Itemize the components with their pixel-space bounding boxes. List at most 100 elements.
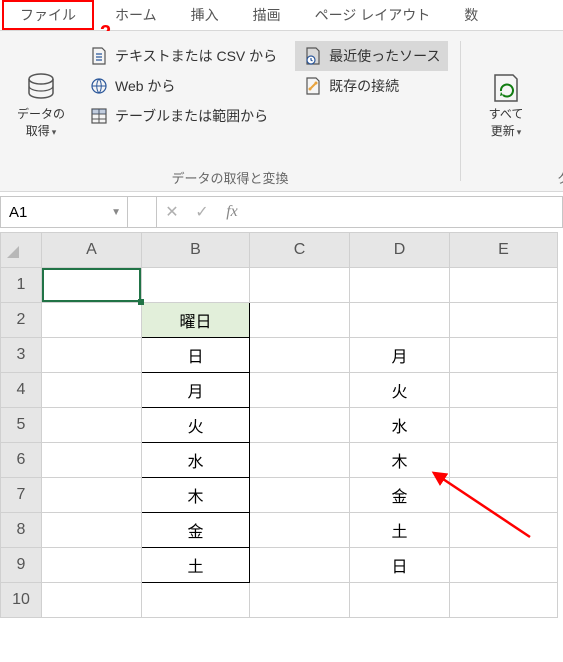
row-header-2[interactable]: 2 bbox=[1, 303, 42, 338]
cell-D8[interactable]: 土 bbox=[350, 513, 450, 548]
group-get-transform: データの 取得 テキストまたは CSV から bbox=[5, 35, 455, 167]
cell-D3[interactable]: 月 bbox=[350, 338, 450, 373]
col-header-E[interactable]: E bbox=[450, 233, 558, 268]
cell-A2[interactable] bbox=[42, 303, 142, 338]
globe-icon bbox=[89, 76, 109, 96]
row-header-6[interactable]: 6 bbox=[1, 443, 42, 478]
cell-A1[interactable] bbox=[42, 268, 142, 303]
cell-B7[interactable]: 木 bbox=[142, 478, 250, 513]
cell-E1[interactable] bbox=[450, 268, 558, 303]
enter-formula-button[interactable]: ✓ bbox=[187, 197, 217, 227]
cell-D9[interactable]: 日 bbox=[350, 548, 450, 583]
cell-B1[interactable] bbox=[142, 268, 250, 303]
cell-B5[interactable]: 火 bbox=[142, 408, 250, 443]
cell-D1[interactable] bbox=[350, 268, 450, 303]
ribbon-separator bbox=[460, 41, 461, 181]
database-icon bbox=[24, 71, 58, 105]
select-all-corner[interactable] bbox=[1, 233, 42, 268]
cancel-formula-button[interactable]: ✕ bbox=[157, 197, 187, 227]
tab-file[interactable]: ファイル bbox=[2, 0, 94, 30]
cell-E7[interactable] bbox=[450, 478, 558, 513]
cell-A5[interactable] bbox=[42, 408, 142, 443]
cell-E10[interactable] bbox=[450, 583, 558, 618]
get-data-button[interactable]: データの 取得 bbox=[5, 35, 77, 139]
cell-D5[interactable]: 水 bbox=[350, 408, 450, 443]
row-header-7[interactable]: 7 bbox=[1, 478, 42, 513]
cell-E3[interactable] bbox=[450, 338, 558, 373]
cell-C8[interactable] bbox=[250, 513, 350, 548]
cell-A10[interactable] bbox=[42, 583, 142, 618]
table-icon bbox=[89, 106, 109, 126]
col-header-C[interactable]: C bbox=[250, 233, 350, 268]
name-box-value: A1 bbox=[9, 204, 27, 221]
cell-C9[interactable] bbox=[250, 548, 350, 583]
cell-A7[interactable] bbox=[42, 478, 142, 513]
cell-E6[interactable] bbox=[450, 443, 558, 478]
cell-A3[interactable] bbox=[42, 338, 142, 373]
cell-D6[interactable]: 木 bbox=[350, 443, 450, 478]
formula-input[interactable] bbox=[247, 197, 562, 227]
text-file-icon bbox=[89, 46, 109, 66]
refresh-all-button[interactable]: すべて 更新 bbox=[470, 35, 542, 139]
cell-B8[interactable]: 金 bbox=[142, 513, 250, 548]
group-label-get: データの取得と変換 bbox=[0, 168, 460, 187]
row-header-10[interactable]: 10 bbox=[1, 583, 42, 618]
cell-B6[interactable]: 水 bbox=[142, 443, 250, 478]
cell-C6[interactable] bbox=[250, 443, 350, 478]
tab-draw[interactable]: 描画 bbox=[238, 0, 296, 30]
cell-E2[interactable] bbox=[450, 303, 558, 338]
group-label-queries: クエ bbox=[550, 168, 563, 187]
row-header-5[interactable]: 5 bbox=[1, 408, 42, 443]
col-header-B[interactable]: B bbox=[142, 233, 250, 268]
col-header-D[interactable]: D bbox=[350, 233, 450, 268]
cell-A4[interactable] bbox=[42, 373, 142, 408]
cell-B2[interactable]: 曜日 bbox=[142, 303, 250, 338]
recent-icon bbox=[303, 46, 323, 66]
ribbon-tabs: ファイル ホーム 挿入 描画 ページ レイアウト 数 bbox=[0, 0, 563, 31]
tab-page-layout[interactable]: ページ レイアウト bbox=[300, 0, 446, 30]
tab-insert[interactable]: 挿入 bbox=[176, 0, 234, 30]
cell-B3[interactable]: 日 bbox=[142, 338, 250, 373]
cell-E9[interactable] bbox=[450, 548, 558, 583]
cell-C3[interactable] bbox=[250, 338, 350, 373]
from-table-range-button[interactable]: テーブルまたは範囲から bbox=[81, 101, 285, 131]
cell-A8[interactable] bbox=[42, 513, 142, 548]
row-header-1[interactable]: 1 bbox=[1, 268, 42, 303]
cell-B10[interactable] bbox=[142, 583, 250, 618]
cell-D7[interactable]: 金 bbox=[350, 478, 450, 513]
cell-C10[interactable] bbox=[250, 583, 350, 618]
cell-E4[interactable] bbox=[450, 373, 558, 408]
cell-D10[interactable] bbox=[350, 583, 450, 618]
col-header-A[interactable]: A bbox=[42, 233, 142, 268]
recent-sources-button[interactable]: 最近使ったソース bbox=[295, 41, 448, 71]
name-box-dropdown-icon[interactable]: ▼ bbox=[111, 207, 121, 218]
from-text-csv-button[interactable]: テキストまたは CSV から bbox=[81, 41, 285, 71]
cell-C5[interactable] bbox=[250, 408, 350, 443]
cell-C2[interactable] bbox=[250, 303, 350, 338]
cell-A6[interactable] bbox=[42, 443, 142, 478]
row-header-4[interactable]: 4 bbox=[1, 373, 42, 408]
insert-function-button[interactable]: fx bbox=[217, 197, 247, 227]
name-box[interactable]: A1 ▼ bbox=[1, 197, 128, 227]
grid[interactable]: A B C D E 1 2 曜日 3 日 月 4 月 火 5 bbox=[0, 232, 558, 618]
from-web-button[interactable]: Web から bbox=[81, 71, 285, 101]
group-queries-conn: すべて 更新 bbox=[470, 35, 560, 167]
cell-E5[interactable] bbox=[450, 408, 558, 443]
existing-connections-button[interactable]: 既存の接続 bbox=[295, 71, 448, 101]
refresh-all-label-1: すべて bbox=[489, 105, 524, 122]
cell-C1[interactable] bbox=[250, 268, 350, 303]
row-header-8[interactable]: 8 bbox=[1, 513, 42, 548]
row-header-9[interactable]: 9 bbox=[1, 548, 42, 583]
cell-E8[interactable] bbox=[450, 513, 558, 548]
fx-icon: fx bbox=[226, 203, 238, 221]
cell-B9[interactable]: 土 bbox=[142, 548, 250, 583]
cell-D4[interactable]: 火 bbox=[350, 373, 450, 408]
cell-C7[interactable] bbox=[250, 478, 350, 513]
row-header-3[interactable]: 3 bbox=[1, 338, 42, 373]
refresh-all-label-2: 更新 bbox=[491, 122, 522, 139]
cell-C4[interactable] bbox=[250, 373, 350, 408]
cell-B4[interactable]: 月 bbox=[142, 373, 250, 408]
cell-A9[interactable] bbox=[42, 548, 142, 583]
cell-D2[interactable] bbox=[350, 303, 450, 338]
tab-formulas[interactable]: 数 bbox=[449, 0, 493, 30]
